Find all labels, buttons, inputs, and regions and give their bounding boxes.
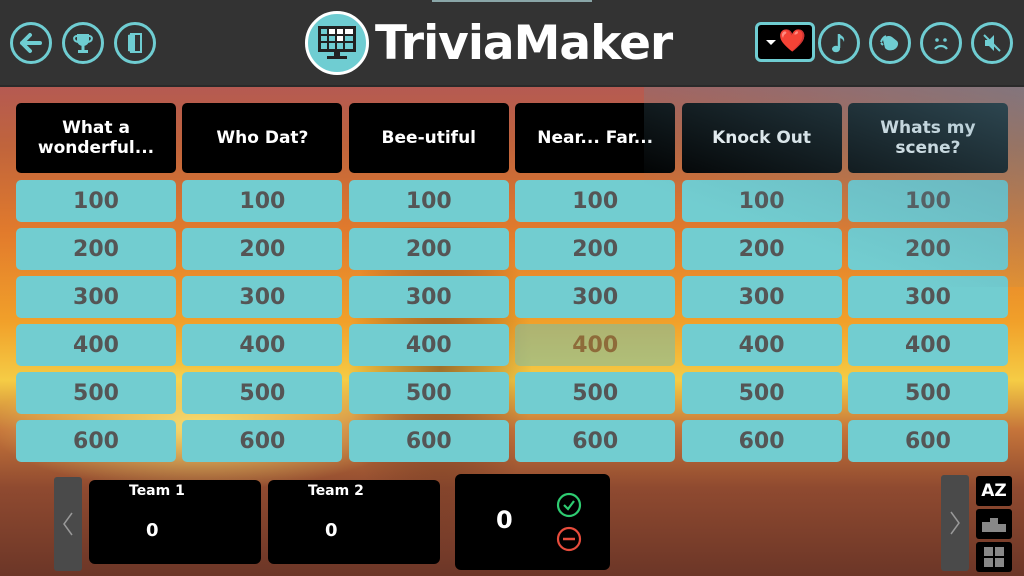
question-tile[interactable]: 600 <box>182 420 343 462</box>
question-tile[interactable]: 200 <box>16 228 176 270</box>
question-tile[interactable]: 300 <box>182 276 343 318</box>
monitor-grid-icon <box>305 11 369 75</box>
heart-emoji-icon: ❤️ <box>778 29 806 54</box>
question-tile[interactable]: 100 <box>847 180 1008 222</box>
door-icon <box>128 33 142 53</box>
game-board: What a wonderful... Who Dat? Bee-utiful Nea… <box>0 87 1024 576</box>
question-tile[interactable]: 300 <box>348 276 509 318</box>
music-button[interactable] <box>818 22 860 64</box>
mute-button[interactable] <box>971 22 1013 64</box>
question-tile[interactable]: 400 <box>681 324 842 366</box>
category-header: Who Dat? <box>182 103 343 173</box>
question-tile[interactable]: 200 <box>348 228 509 270</box>
question-tile[interactable]: 500 <box>681 372 842 414</box>
question-tile[interactable]: 400 <box>182 324 343 366</box>
trophy-button[interactable] <box>62 22 104 64</box>
team-name: Team 1 <box>129 483 185 499</box>
category-header: Whats my scene? <box>847 103 1008 173</box>
question-tile[interactable]: 300 <box>681 276 842 318</box>
question-tile[interactable]: 600 <box>515 420 676 462</box>
team-score: 0 <box>146 520 159 541</box>
chevron-left-icon <box>63 512 73 536</box>
podium-icon <box>982 518 1006 532</box>
question-tile[interactable]: 400 <box>515 324 676 366</box>
top-stripe <box>432 0 592 2</box>
board-view-button[interactable] <box>976 542 1012 572</box>
grid-icon <box>984 547 1004 567</box>
category-header: Near... Far... <box>515 103 676 173</box>
applause-button[interactable] <box>869 22 911 64</box>
chevron-right-icon <box>950 511 960 535</box>
question-tile[interactable]: 400 <box>847 324 1008 366</box>
prev-team-button[interactable] <box>54 477 82 571</box>
caret-down-icon <box>766 39 776 45</box>
app-title: TriviaMaker <box>375 15 673 71</box>
question-tile[interactable]: 200 <box>847 228 1008 270</box>
exit-button[interactable] <box>114 22 156 64</box>
question-tile[interactable]: 400 <box>348 324 509 366</box>
question-tile[interactable]: 100 <box>182 180 343 222</box>
category-header: Bee-utiful <box>348 103 509 173</box>
question-tile[interactable]: 500 <box>16 372 176 414</box>
question-tile[interactable]: 200 <box>182 228 343 270</box>
sad-button[interactable] <box>920 22 962 64</box>
arrow-left-icon <box>20 33 42 53</box>
question-tile[interactable]: 300 <box>16 276 176 318</box>
clapping-hands-icon <box>880 35 899 51</box>
sort-az-button[interactable]: AZ <box>976 476 1012 506</box>
question-tile[interactable]: 100 <box>515 180 676 222</box>
question-tile[interactable]: 500 <box>182 372 343 414</box>
current-points: 0 <box>496 506 513 534</box>
top-bar: TriviaMaker ❤️ <box>0 0 1024 87</box>
team-name: Team 2 <box>308 483 364 499</box>
back-button[interactable] <box>10 22 52 64</box>
question-tile[interactable]: 100 <box>348 180 509 222</box>
question-tile[interactable]: 100 <box>16 180 176 222</box>
question-tile[interactable]: 300 <box>515 276 676 318</box>
music-note-icon <box>832 34 845 53</box>
leaderboard-button[interactable] <box>976 509 1012 539</box>
question-tile[interactable]: 300 <box>847 276 1008 318</box>
question-tile[interactable]: 600 <box>16 420 176 462</box>
app-logo: TriviaMaker <box>305 11 673 75</box>
question-tile[interactable]: 600 <box>847 420 1008 462</box>
question-tile[interactable]: 200 <box>681 228 842 270</box>
minus-circle-icon[interactable] <box>556 526 582 552</box>
question-tile[interactable]: 600 <box>681 420 842 462</box>
question-tile[interactable]: 500 <box>515 372 676 414</box>
speaker-muted-icon <box>983 34 1001 52</box>
team-score: 0 <box>325 520 338 541</box>
question-tile[interactable]: 200 <box>515 228 676 270</box>
question-tile[interactable]: 500 <box>847 372 1008 414</box>
team-card-1[interactable]: Team 1 0 <box>89 480 261 564</box>
question-tile[interactable]: 600 <box>348 420 509 462</box>
sad-face-icon <box>934 38 948 50</box>
category-header: What a wonderful... <box>16 103 176 173</box>
current-points-panel: 0 <box>455 474 610 570</box>
question-tile[interactable]: 400 <box>16 324 176 366</box>
trophy-icon <box>73 34 93 53</box>
category-header: Knock Out <box>681 103 842 173</box>
question-tile[interactable]: 100 <box>681 180 842 222</box>
check-circle-icon[interactable] <box>556 492 582 518</box>
question-grid: What a wonderful... Who Dat? Bee-utiful Nea… <box>16 103 1008 468</box>
next-team-button[interactable] <box>941 475 969 571</box>
emoji-select[interactable]: ❤️ <box>755 22 815 62</box>
team-card-2[interactable]: Team 2 0 <box>268 480 440 564</box>
question-tile[interactable]: 500 <box>348 372 509 414</box>
sort-az-label: AZ <box>981 481 1007 501</box>
